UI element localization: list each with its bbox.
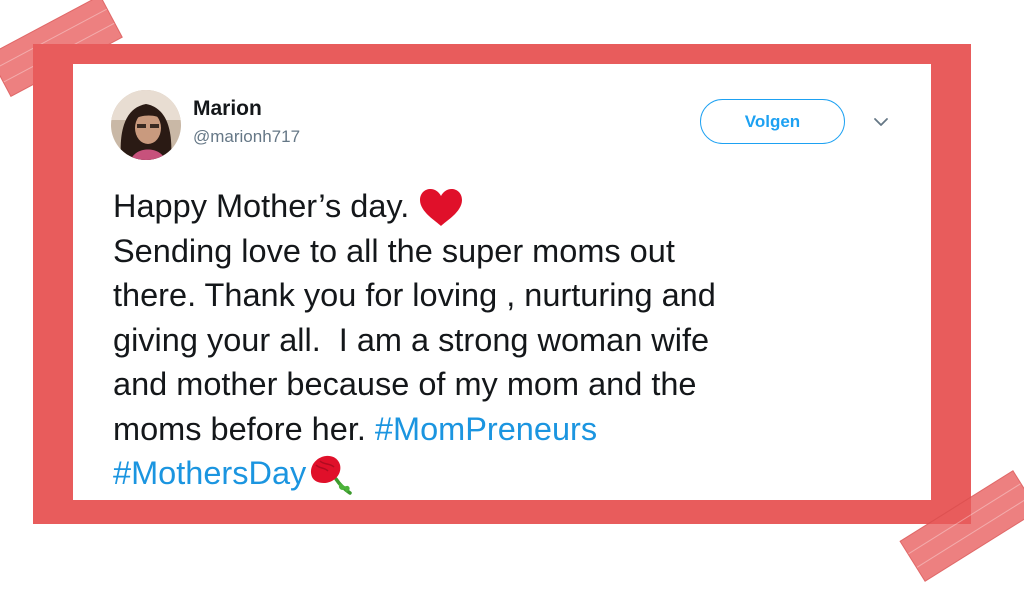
tweet-line-5: and mother because of my mom and the <box>113 366 697 402</box>
author-name[interactable]: Marion <box>193 97 262 121</box>
tweet-line-1: Happy Mother’s day. <box>113 184 893 229</box>
tweet-line-7: #MothersDay <box>113 451 893 497</box>
avatar[interactable] <box>111 90 181 160</box>
chevron-down-icon[interactable] <box>873 114 889 130</box>
carnation-icon <box>311 456 353 496</box>
tweet-line-4: giving your all. I am a strong woman wif… <box>113 321 710 358</box>
author-handle[interactable]: @marionh717 <box>193 127 300 147</box>
follow-button[interactable]: Volgen <box>700 99 845 144</box>
tweet-text: Happy Mother’s day. Sending love to all … <box>113 184 893 497</box>
tweet-card: Marion @marionh717 Volgen Happy Mother’s… <box>73 64 931 500</box>
avatar-photo-icon <box>111 90 181 160</box>
tweet-line-2: Sending love to all the super moms out <box>113 232 675 269</box>
hashtag-mompreneurs[interactable]: #MomPreneurs <box>375 411 597 447</box>
red-heart-icon <box>420 189 463 227</box>
tweet-line-3: there. Thank you for loving , nurturing … <box>113 277 716 313</box>
hashtag-mothersday[interactable]: #MothersDay <box>113 455 306 491</box>
tweet-line-6: moms before her. #MomPreneurs <box>113 410 598 447</box>
